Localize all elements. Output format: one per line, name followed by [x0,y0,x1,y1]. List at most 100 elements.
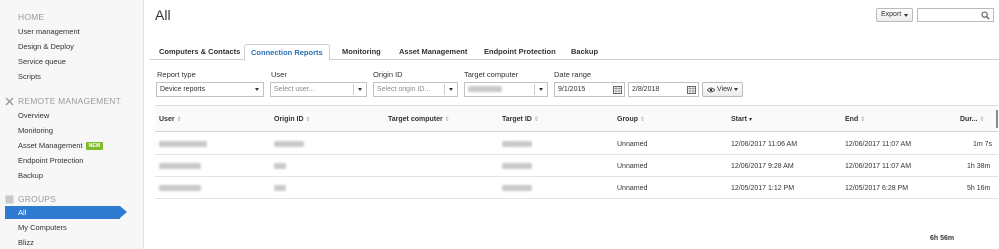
group-all-label: All [18,208,27,217]
cell-origin-id [274,134,304,155]
column-header-origin-id[interactable]: Origin ID ⇕ [274,106,311,133]
remote-management-heading-label: REMOTE MANAGEMENT [18,96,122,106]
cell-duration: 1h 38m [967,163,991,170]
column-header-start[interactable]: Start ▾ [731,106,752,133]
redacted-value [274,163,286,170]
sort-icon: ⇕ [305,117,311,123]
target-computer-select[interactable] [464,82,548,97]
sidebar-heading-remote-management[interactable]: REMOTE MANAGEMENT [5,96,121,106]
header-label: Origin ID [274,116,304,123]
column-header-target-computer[interactable]: Target computer ⇕ [388,106,450,133]
sidebar-item-endpoint-protection[interactable]: Endpoint Protection [18,154,83,167]
sidebar-item-backup[interactable]: Backup [18,169,43,182]
sort-icon: ⇕ [533,117,539,123]
report-type-select[interactable]: Device reports [156,82,264,97]
tab-endpoint-protection[interactable]: Endpoint Protection [484,44,556,60]
tab-asset-management[interactable]: Asset Management [399,44,467,60]
select-divider [353,84,354,95]
sidebar-group-blizz[interactable]: Blizz [18,236,34,249]
redacted-value [159,185,201,192]
cell-end: 12/05/2017 6:28 PM [845,185,909,192]
cell-group: Unnamed [617,141,648,148]
column-header-target-id[interactable]: Target ID ⇕ [502,106,539,133]
sidebar-item-asset-management[interactable]: Asset Management NEW [18,139,104,152]
cell-target-id [502,156,532,177]
sidebar-item-design-deploy[interactable]: Design & Deploy [18,40,74,53]
redacted-value [502,141,532,148]
sort-icon: ⇕ [979,117,985,123]
target-computer-label: Target computer [464,70,519,79]
tab-backup[interactable]: Backup [571,44,598,60]
cell-group: Unnamed [617,163,648,170]
column-header-duration[interactable]: Dur... ⇕ [960,106,985,133]
redacted-value [468,86,502,93]
table-row[interactable]: Unnamed 12/05/2017 1:12 PM 12/05/2017 6:… [155,178,998,199]
export-button[interactable]: Export [876,8,913,22]
redacted-value [159,141,207,148]
chevron-down-icon [904,14,908,17]
page-title: All [155,7,171,23]
chevron-down-icon [255,88,259,91]
sidebar-heading-groups[interactable]: GROUPS [5,194,56,204]
sidebar-item-service-queue[interactable]: Service queue [18,55,66,68]
asset-management-label: Asset Management [18,141,83,150]
view-label: View [717,86,733,93]
sidebar-item-overview[interactable]: Overview [18,109,49,122]
search-input[interactable] [917,8,994,22]
report-type-label: Report type [157,70,196,79]
search-icon [981,11,990,20]
user-select[interactable]: Select user... [270,82,367,97]
sidebar-group-all[interactable]: All [5,206,127,219]
table-row[interactable]: Unnamed 12/06/2017 11:06 AM 12/06/2017 1… [155,134,998,155]
date-from-value: 9/1/2015 [558,86,586,93]
tab-computers-contacts[interactable]: Computers & Contacts [159,44,240,60]
date-to-input[interactable]: 2/8/2018 [628,82,699,97]
sort-descending-icon: ▾ [748,117,752,123]
sidebar-item-scripts[interactable]: Scripts [18,70,41,83]
scrollbar[interactable] [996,110,998,128]
user-placeholder: Select user... [274,86,315,93]
redacted-value [502,163,532,170]
chevron-down-icon [734,88,738,91]
cell-target-id [502,178,532,199]
calendar-icon[interactable] [613,85,622,94]
sidebar-item-monitoring[interactable]: Monitoring [18,124,53,137]
header-label: User [159,116,175,123]
tab-connection-reports[interactable]: Connection Reports [244,44,330,61]
cell-start: 12/05/2017 1:12 PM [731,185,795,192]
sidebar-item-user-management[interactable]: User management [18,25,80,38]
origin-id-select[interactable]: Select origin ID... [373,82,458,97]
report-type-value: Device reports [160,86,206,93]
sidebar-group-my-computers[interactable]: My Computers [18,221,67,234]
cell-end: 12/06/2017 11:07 AM [845,141,912,148]
date-range-label: Date range [554,70,592,79]
header-label: Dur... [960,116,978,123]
sort-icon: ⇕ [444,117,450,123]
new-badge: NEW [85,142,104,151]
header-label: Target computer [388,116,443,123]
column-header-end[interactable]: End ⇕ [845,106,865,133]
cell-user [159,134,207,155]
cell-group: Unnamed [617,185,648,192]
export-label: Export [881,11,902,18]
home-heading-label: HOME [18,12,45,22]
date-from-input[interactable]: 9/1/2015 [554,82,625,97]
header-label: Start [731,116,747,123]
table-row[interactable]: Unnamed 12/06/2017 9:28 AM 12/06/2017 11… [155,156,998,177]
cell-user [159,178,201,199]
tab-monitoring[interactable]: Monitoring [342,44,381,60]
column-header-group[interactable]: Group ⇕ [617,106,645,133]
calendar-icon[interactable] [687,85,696,94]
sidebar: HOME User management Design & Deploy Ser… [0,0,144,249]
date-to-value: 2/8/2018 [632,86,660,93]
column-header-user[interactable]: User ⇕ [159,106,182,133]
groups-icon [5,195,14,204]
view-button[interactable]: View [702,82,743,97]
cell-start: 12/06/2017 11:06 AM [731,141,798,148]
origin-id-label: Origin ID [373,70,403,79]
sidebar-heading-home[interactable]: HOME [18,12,44,22]
chevron-down-icon [358,88,362,91]
total-duration: 6h 56m [930,235,955,242]
sort-icon: ⇕ [176,117,182,123]
connection-report-table: User ⇕ Origin ID ⇕ Target computer ⇕ Target… [155,105,998,218]
